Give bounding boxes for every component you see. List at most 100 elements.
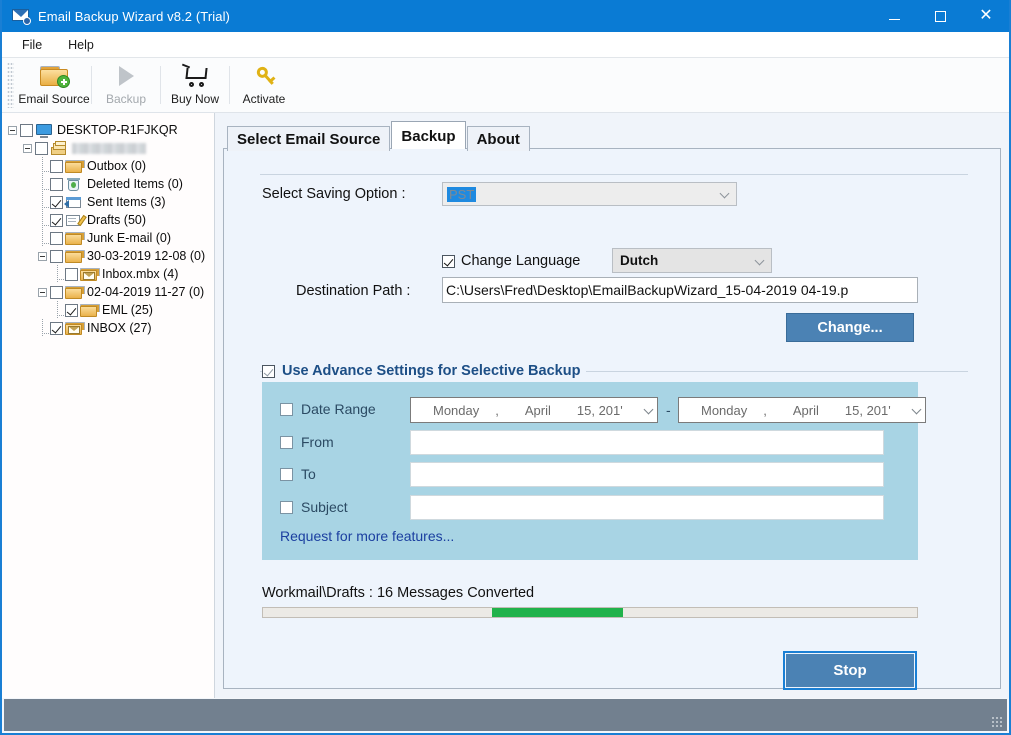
drafts-icon [65,213,87,228]
request-features-link[interactable]: Request for more features... [280,528,454,544]
tree-node[interactable]: Outbox (0) [8,156,214,175]
minimize-icon [888,18,900,20]
subject-label: Subject [301,499,348,515]
progress-bar [262,607,918,618]
date-to-comma: , [763,402,767,418]
mailstore-icon [50,140,68,156]
tree-node-checkbox[interactable] [65,267,78,281]
chevron-down-icon [756,259,764,267]
date-from-month: April [524,402,551,418]
tree-node-checkbox[interactable] [20,123,33,137]
stop-button[interactable]: Stop [783,651,917,690]
tree-node-checkbox[interactable] [50,195,63,209]
tree-node-checkbox[interactable] [35,141,48,155]
play-icon [110,63,142,89]
tab-select-email-source[interactable]: Select Email Source [227,126,391,151]
tree-node-checkbox[interactable] [50,159,63,173]
subject-input[interactable] [410,495,884,520]
tree-node[interactable]: Junk E-mail (0) [8,228,214,247]
tree-node[interactable]: Deleted Items (0) [8,174,214,193]
tree-node[interactable]: Inbox.mbx (4) [8,264,214,283]
toolbar-grip[interactable] [7,62,14,108]
language-select[interactable]: Dutch [612,248,772,273]
resize-grip[interactable] [991,716,1003,728]
date-from-picker[interactable]: Monday , April 15, 201' [410,397,658,423]
menu-item-file[interactable]: File [12,35,52,55]
tree-node-label: EML (25) [102,303,153,317]
email-source-label: Email Source [18,92,90,106]
tab-about[interactable]: About [466,126,530,151]
destination-path-input[interactable]: C:\Users\Fred\Desktop\EmailBackupWizard_… [442,277,918,303]
tree-node-label: 02-04-2019 11-27 (0) [87,285,205,299]
tree-node-checkbox[interactable] [50,321,63,335]
change-path-button[interactable]: Change... [786,313,914,342]
date-range-checkbox[interactable] [280,402,293,416]
buy-now-button[interactable]: Buy Now [161,58,229,112]
tree-expander[interactable] [8,125,17,135]
folder-icon [65,249,85,264]
tree-node-checkbox[interactable] [65,303,78,317]
tree-node-label: Deleted Items (0) [87,177,183,191]
minimize-button[interactable] [871,0,917,32]
tree-node[interactable]: 30-03-2019 12-08 (0) [8,247,214,265]
date-to-day: Monday [701,402,748,418]
menu-item-help[interactable]: Help [58,35,104,55]
tree-expander[interactable] [38,251,47,261]
tree-node-checkbox[interactable] [50,231,63,245]
tree-node-label: Junk E-mail (0) [87,231,172,245]
tree-node[interactable]: 02-04-2019 11-27 (0) [8,283,214,301]
advance-settings-title: Use Advance Settings for Selective Backu… [282,363,581,379]
date-to-picker[interactable]: Monday , April 15, 201' [678,397,926,423]
tree-node[interactable]: INBOX (27) [8,318,214,337]
activate-label: Activate [242,92,286,106]
sent-icon [64,195,83,210]
tree-expander[interactable] [23,143,32,153]
subject-checkbox[interactable] [280,500,293,514]
from-label: From [301,434,334,450]
tree-connector [38,156,49,175]
tree-node-checkbox[interactable] [50,249,63,263]
mailfolder-icon [65,321,85,336]
folder-tree-panel: DESKTOP-R1FJKQR Outbox (0) Deleted Items (… [2,113,215,698]
from-input[interactable] [410,430,884,455]
mailfolder-icon [80,267,100,282]
tree-node-checkbox[interactable] [50,177,63,191]
tree-node-checkbox[interactable] [50,285,63,299]
date-to-rest: 15, 201' [844,402,891,418]
tab-panel: Select Email Source Backup About Select … [215,113,1009,698]
tree-node[interactable] [8,139,214,157]
advance-settings-panel: Date Range Monday , April 15, 201' - Mon… [262,382,926,560]
tree-node-label: Drafts (50) [87,213,147,227]
email-source-button[interactable]: Email Source [17,58,91,112]
from-checkbox[interactable] [280,435,293,449]
tree-node[interactable]: Drafts (50) [8,210,214,229]
folder-icon [65,159,85,174]
change-language-checkbox[interactable] [442,254,455,268]
tree-connector [38,318,49,337]
key-icon [248,63,280,89]
tree-node-label: Sent Items (3) [87,195,166,209]
change-path-label: Change... [817,319,883,336]
backup-button[interactable]: Backup [92,58,160,112]
maximize-button[interactable] [917,0,963,32]
toolbar: Email Source Backup Buy Now Activate [2,58,1009,113]
chevron-down-icon [721,192,729,200]
tab-backup[interactable]: Backup [391,121,466,149]
to-input[interactable] [410,462,884,487]
from-row: From [280,434,334,450]
tree-node[interactable]: DESKTOP-R1FJKQR [8,121,214,139]
progress-bar-fill [491,608,623,617]
advance-settings-checkbox[interactable] [262,364,275,378]
tree-node-checkbox[interactable] [50,213,63,227]
folder-icon [65,231,85,246]
close-button[interactable]: ✕ [963,0,1009,32]
tree-node[interactable]: EML (25) [8,300,214,319]
status-bar [4,699,1007,731]
to-checkbox[interactable] [280,467,293,481]
menu-bar: File Help [2,32,1009,58]
date-from-day: Monday [433,402,480,418]
saving-option-select[interactable]: PST [442,182,737,206]
tree-node[interactable]: Sent Items (3) [8,192,214,211]
tree-expander[interactable] [38,287,47,297]
activate-button[interactable]: Activate [230,58,298,112]
